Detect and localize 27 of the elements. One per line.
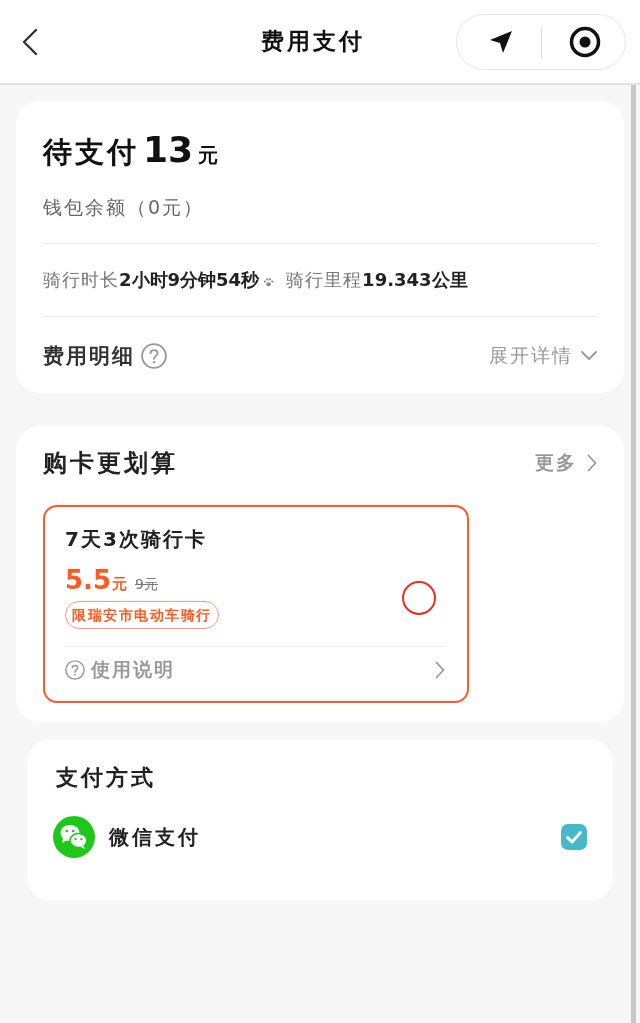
navigation-arrow-icon[interactable] bbox=[489, 29, 513, 54]
original-price: 9元 bbox=[135, 576, 158, 594]
target-icon[interactable] bbox=[569, 25, 601, 58]
usage-instructions-link[interactable]: 使用说明 bbox=[91, 657, 175, 683]
expand-details-button[interactable]: 展开详情 bbox=[489, 343, 597, 369]
pass-price: 5.5元 bbox=[65, 565, 128, 595]
radio-button[interactable] bbox=[402, 581, 436, 615]
amount-due-heading: 待支付 13 元 bbox=[43, 128, 220, 172]
ride-distance: 骑行里程19.343公里 bbox=[286, 268, 468, 292]
checkbox[interactable] bbox=[561, 824, 587, 850]
help-icon[interactable] bbox=[141, 343, 167, 369]
ride-duration: 骑行时长2小时9分钟54秒 bbox=[43, 268, 260, 292]
chevron-right-icon bbox=[587, 454, 597, 472]
back-button[interactable] bbox=[20, 26, 40, 57]
chat-bubbles-icon bbox=[53, 816, 95, 858]
page-title: 费用支付 bbox=[261, 27, 366, 56]
pass-name: 7天3次骑行卡 bbox=[65, 526, 207, 553]
section-title: 支付方式 bbox=[56, 764, 157, 792]
payment-method-name[interactable]: 微信支付 bbox=[109, 823, 201, 851]
help-icon bbox=[65, 660, 85, 680]
fee-details-label: 费用明细 bbox=[43, 343, 135, 370]
section-title: 购卡更划算 bbox=[43, 448, 178, 479]
more-link[interactable]: 更多 bbox=[535, 450, 597, 476]
ride-pass-card[interactable]: 7天3次骑行卡 5.5元 9元 限瑞安市电动车骑行 使用说明 bbox=[43, 505, 469, 703]
paw-separator-icon bbox=[263, 277, 275, 287]
wallet-balance: 钱包余额（0元） bbox=[43, 195, 206, 220]
chevron-right-icon[interactable] bbox=[435, 661, 445, 679]
